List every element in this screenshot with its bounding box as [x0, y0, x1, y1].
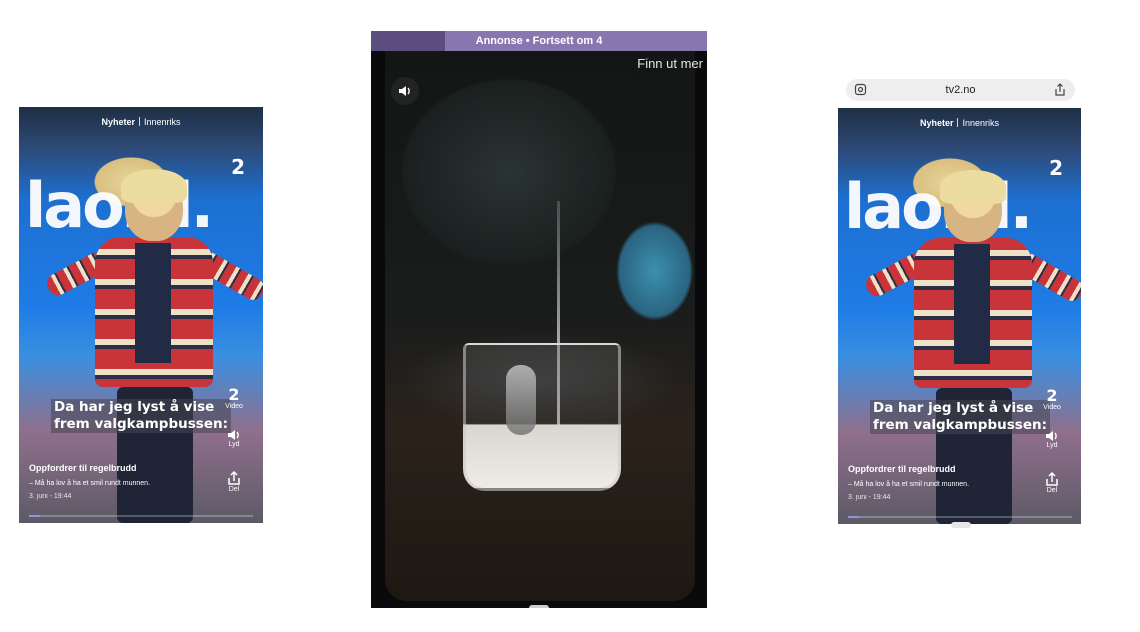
caption-line-1: Da har jeg lyst å vise: [54, 399, 215, 415]
tv2-video-icon: 2: [228, 385, 240, 404]
ad-video[interactable]: [385, 51, 695, 601]
share-label: Del: [1046, 487, 1058, 494]
page-settings-icon[interactable]: [854, 83, 867, 96]
ad-banner: Annonse • Fortsett om 4: [371, 31, 707, 51]
story-date: 3. juni - 19:44: [29, 493, 72, 500]
sound-label: Lyd: [228, 441, 240, 448]
video-button[interactable]: 2 Video: [1041, 386, 1063, 412]
speaker-icon: [399, 86, 410, 96]
breadcrumb-subcategory[interactable]: Innenriks: [144, 117, 181, 127]
story-meta: Oppfordrer til regelbrudd – Må ha lov å …: [29, 463, 150, 500]
story-subtitle: – Må ha lov å ha et smil rundt munnen.: [29, 480, 151, 487]
share-icon[interactable]: [1054, 83, 1066, 96]
story-meta: Oppfordrer til regelbrudd – Må ha lov å …: [848, 464, 969, 501]
story-title[interactable]: Oppfordrer til regelbrudd: [848, 464, 969, 474]
story-breadcrumb: Nyheter Innenriks: [19, 117, 263, 127]
browser-url-bar[interactable]: tv2.no: [846, 79, 1075, 101]
story-progress-bar: [848, 516, 1072, 518]
ad-screen[interactable]: Annonse • Fortsett om 4 Finn ut mer: [371, 31, 707, 608]
right-story-screen[interactable]: laord. Nyheter Innenriks 2 Da har jeg lys…: [838, 108, 1081, 524]
glass-image: [463, 343, 621, 491]
share-label: Del: [228, 486, 240, 493]
video-caption: Da har jeg lyst å vise frem valgkampbuss…: [51, 399, 231, 433]
story-title[interactable]: Oppfordrer til regelbrudd: [29, 463, 150, 473]
tv2-logo: 2: [1049, 156, 1063, 180]
breadcrumb-category[interactable]: Nyheter: [920, 118, 954, 128]
speaker-icon: [1046, 431, 1057, 441]
story-date: 3. juni - 19:44: [848, 494, 891, 501]
ad-banner-text: Annonse • Fortsett om 4: [475, 35, 603, 47]
share-icon: [1046, 472, 1058, 486]
video-caption: Da har jeg lyst å vise frem valgkampbuss…: [870, 400, 1050, 434]
home-indicator: [951, 522, 971, 528]
home-indicator: [529, 605, 549, 608]
video-label: Video: [225, 403, 243, 410]
video-label: Video: [1043, 404, 1061, 411]
breadcrumb-category[interactable]: Nyheter: [101, 117, 135, 127]
speaker-icon: [228, 430, 239, 440]
left-story-screen[interactable]: laord. Nyheter Innenriks 2 Da har jeg lys…: [19, 107, 263, 523]
share-button[interactable]: Del: [223, 471, 245, 493]
ad-sound-button[interactable]: [391, 77, 419, 105]
ad-progress-bar: [371, 31, 445, 51]
breadcrumb-subcategory[interactable]: Innenriks: [962, 118, 999, 128]
tv2-video-icon: 2: [1046, 386, 1058, 405]
caption-line-2: frem valgkampbussen:: [873, 417, 1047, 433]
sound-label: Lyd: [1046, 442, 1058, 449]
video-button[interactable]: 2 Video: [223, 385, 245, 411]
story-breadcrumb: Nyheter Innenriks: [838, 118, 1081, 128]
tv2-logo: 2: [231, 155, 245, 179]
sound-button[interactable]: Lyd: [1041, 430, 1063, 449]
story-progress-bar: [29, 515, 253, 517]
share-icon: [228, 471, 240, 485]
ad-cta-link[interactable]: Finn ut mer: [637, 56, 703, 71]
story-subtitle: – Må ha lov å ha et smil rundt munnen.: [848, 481, 970, 488]
share-button[interactable]: Del: [1041, 472, 1063, 494]
caption-line-1: Da har jeg lyst å vise: [873, 400, 1034, 416]
url-text[interactable]: tv2.no: [946, 84, 976, 96]
sound-button[interactable]: Lyd: [223, 429, 245, 448]
caption-line-2: frem valgkampbussen:: [54, 416, 228, 432]
